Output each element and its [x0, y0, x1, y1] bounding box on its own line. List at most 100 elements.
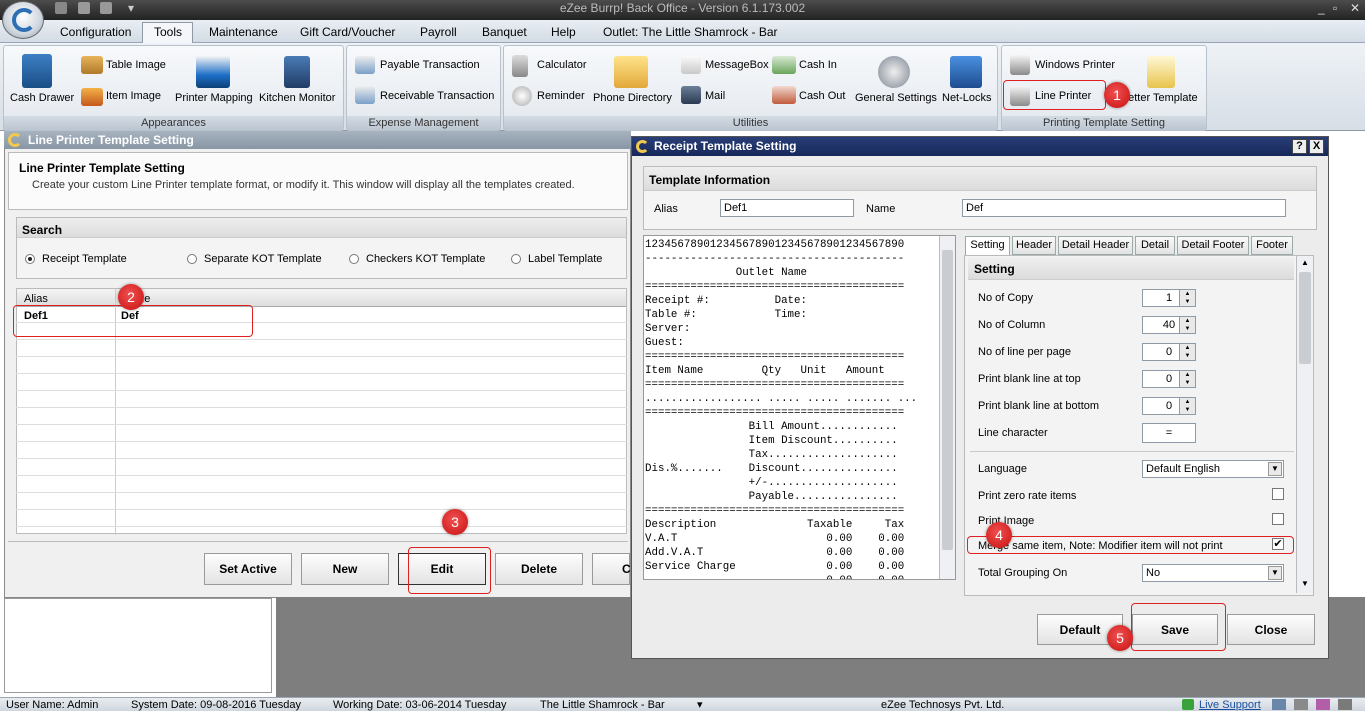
zero-rate-checkbox[interactable]: [1272, 488, 1284, 500]
tab-header[interactable]: Header: [1012, 236, 1056, 255]
tray-icon[interactable]: [1272, 699, 1286, 710]
menu-gift-card[interactable]: Gift Card/Voucher: [300, 24, 395, 40]
live-support-link[interactable]: Live Support: [1199, 698, 1261, 712]
cash-out-button[interactable]: Cash Out: [799, 90, 845, 102]
receivable-transaction-button[interactable]: Receivable Transaction: [380, 90, 494, 102]
quick-access-icon[interactable]: [100, 2, 112, 14]
group-caption: Utilities: [504, 116, 997, 130]
quick-access-dropdown-icon[interactable]: ▾: [128, 0, 134, 16]
payable-transaction-button[interactable]: Payable Transaction: [380, 59, 480, 71]
template-preview[interactable]: 1234567890123456789012345678901234567890…: [643, 235, 956, 580]
header-panel: Line Printer Template Setting Create you…: [8, 152, 628, 210]
spinner-arrows-icon[interactable]: ▲ ▼: [1179, 371, 1195, 387]
no-of-copy-spinner[interactable]: 1 ▲ ▼: [1142, 289, 1196, 307]
cash-in-button[interactable]: Cash In: [799, 59, 837, 71]
letter-template-button[interactable]: Letter Template: [1122, 92, 1198, 104]
menu-maintenance[interactable]: Maintenance: [209, 24, 278, 40]
spinner-arrows-icon[interactable]: ▲ ▼: [1179, 317, 1195, 333]
close-button[interactable]: Close: [1227, 614, 1315, 645]
tab-detail[interactable]: Detail: [1135, 236, 1175, 255]
language-select[interactable]: Default English ▼: [1142, 460, 1284, 478]
item-image-button[interactable]: Item Image: [106, 90, 161, 102]
select-value: Default English: [1146, 463, 1220, 475]
label-template-radio[interactable]: [511, 254, 521, 264]
printer-mapping-button[interactable]: Printer Mapping: [175, 92, 253, 104]
column-alias[interactable]: Alias: [24, 293, 48, 305]
app-menu-orb[interactable]: [2, 1, 44, 39]
tab-detail-footer[interactable]: Detail Footer: [1177, 236, 1249, 255]
tab-footer[interactable]: Footer: [1251, 236, 1293, 255]
menu-tools[interactable]: Tools: [154, 24, 182, 40]
dialog-close-icon[interactable]: X: [1309, 139, 1324, 154]
table-image-button[interactable]: Table Image: [106, 59, 166, 71]
separate-kot-radio[interactable]: [187, 254, 197, 264]
payable-icon: [355, 56, 375, 74]
quick-access-icon[interactable]: [55, 2, 67, 14]
alias-input[interactable]: Def1: [720, 199, 854, 217]
checkers-kot-radio[interactable]: [349, 254, 359, 264]
tray-icon[interactable]: [1294, 699, 1308, 710]
reminder-button[interactable]: Reminder: [537, 90, 585, 102]
line-character-label: Line character: [978, 427, 1048, 439]
window-logo-icon: [8, 133, 22, 147]
spinner-arrows-icon[interactable]: ▲ ▼: [1179, 344, 1195, 360]
tray-icon[interactable]: [1316, 699, 1330, 710]
spinner-arrows-icon[interactable]: ▲ ▼: [1179, 290, 1195, 306]
windows-printer-button[interactable]: Windows Printer: [1035, 59, 1115, 71]
print-image-checkbox[interactable]: [1272, 513, 1284, 525]
menu-payroll[interactable]: Payroll: [420, 24, 457, 40]
settings-scrollbar[interactable]: ▲ ▼: [1296, 256, 1313, 593]
scroll-thumb[interactable]: [1299, 272, 1311, 364]
maximize-button[interactable]: ▫: [1333, 0, 1337, 16]
quick-access-icon[interactable]: [78, 2, 90, 14]
status-bar: User Name: Admin System Date: 09-08-2016…: [0, 697, 1365, 711]
menu-outlet[interactable]: Outlet: The Little Shamrock - Bar: [603, 24, 778, 40]
tab-detail-header[interactable]: Detail Header: [1058, 236, 1133, 255]
preview-scrollbar[interactable]: [939, 236, 955, 579]
lines-per-page-label: No of line per page: [978, 346, 1071, 358]
mail-button[interactable]: Mail: [705, 90, 725, 102]
minimize-button[interactable]: _: [1318, 0, 1325, 16]
delete-button[interactable]: Delete: [495, 553, 583, 585]
grouping-select[interactable]: No ▼: [1142, 564, 1284, 582]
receipt-template-radio[interactable]: [25, 254, 35, 264]
menu-help[interactable]: Help: [551, 24, 576, 40]
kitchen-monitor-button[interactable]: Kitchen Monitor: [259, 92, 335, 104]
outlet-dropdown-icon[interactable]: ▾: [697, 698, 703, 712]
group-utilities: Utilities: [503, 45, 998, 131]
no-of-column-spinner[interactable]: 40 ▲ ▼: [1142, 316, 1196, 334]
chevron-down-icon[interactable]: ▼: [1268, 566, 1282, 580]
scroll-thumb[interactable]: [942, 250, 953, 550]
blank-line-bottom-spinner[interactable]: 0 ▲ ▼: [1142, 397, 1196, 415]
name-input[interactable]: Def: [962, 199, 1286, 217]
lines-per-page-spinner[interactable]: 0 ▲ ▼: [1142, 343, 1196, 361]
line-character-input[interactable]: =: [1142, 423, 1196, 443]
cash-drawer-button[interactable]: Cash Drawer: [10, 92, 74, 104]
dialog-titlebar: Receipt Template Setting: [632, 137, 1328, 156]
tray-icon[interactable]: [1338, 699, 1352, 710]
general-settings-button[interactable]: General Settings: [855, 92, 937, 104]
set-active-button[interactable]: Set Active: [204, 553, 292, 585]
calculator-button[interactable]: Calculator: [537, 59, 587, 71]
menu-banquet[interactable]: Banquet: [482, 24, 527, 40]
spinner-arrows-icon[interactable]: ▲ ▼: [1179, 398, 1195, 414]
blank-line-top-spinner[interactable]: 0 ▲ ▼: [1142, 370, 1196, 388]
close-app-button[interactable]: ✕: [1350, 0, 1360, 16]
setting-section-title: Setting: [968, 258, 1294, 280]
status-outlet[interactable]: The Little Shamrock - Bar: [540, 698, 665, 712]
scroll-down-icon[interactable]: ▼: [1298, 577, 1312, 591]
help-button[interactable]: ?: [1292, 139, 1307, 154]
new-button[interactable]: New: [301, 553, 389, 585]
tab-setting[interactable]: Setting: [965, 236, 1010, 255]
messagebox-button[interactable]: MessageBox: [705, 59, 769, 71]
cash-out-icon: [772, 86, 796, 104]
spinner-value: 0: [1165, 400, 1173, 412]
net-locks-button[interactable]: Net-Locks: [942, 92, 992, 104]
close-window-button[interactable]: Cl: [592, 553, 634, 585]
chevron-down-icon[interactable]: ▼: [1268, 462, 1282, 476]
scroll-up-icon[interactable]: ▲: [1298, 256, 1312, 270]
preview-text: 1234567890123456789012345678901234567890…: [645, 239, 918, 579]
menu-configuration[interactable]: Configuration: [60, 24, 131, 40]
status-system-date: System Date: 09-08-2016 Tuesday: [131, 699, 301, 711]
phone-directory-button[interactable]: Phone Directory: [593, 92, 672, 104]
